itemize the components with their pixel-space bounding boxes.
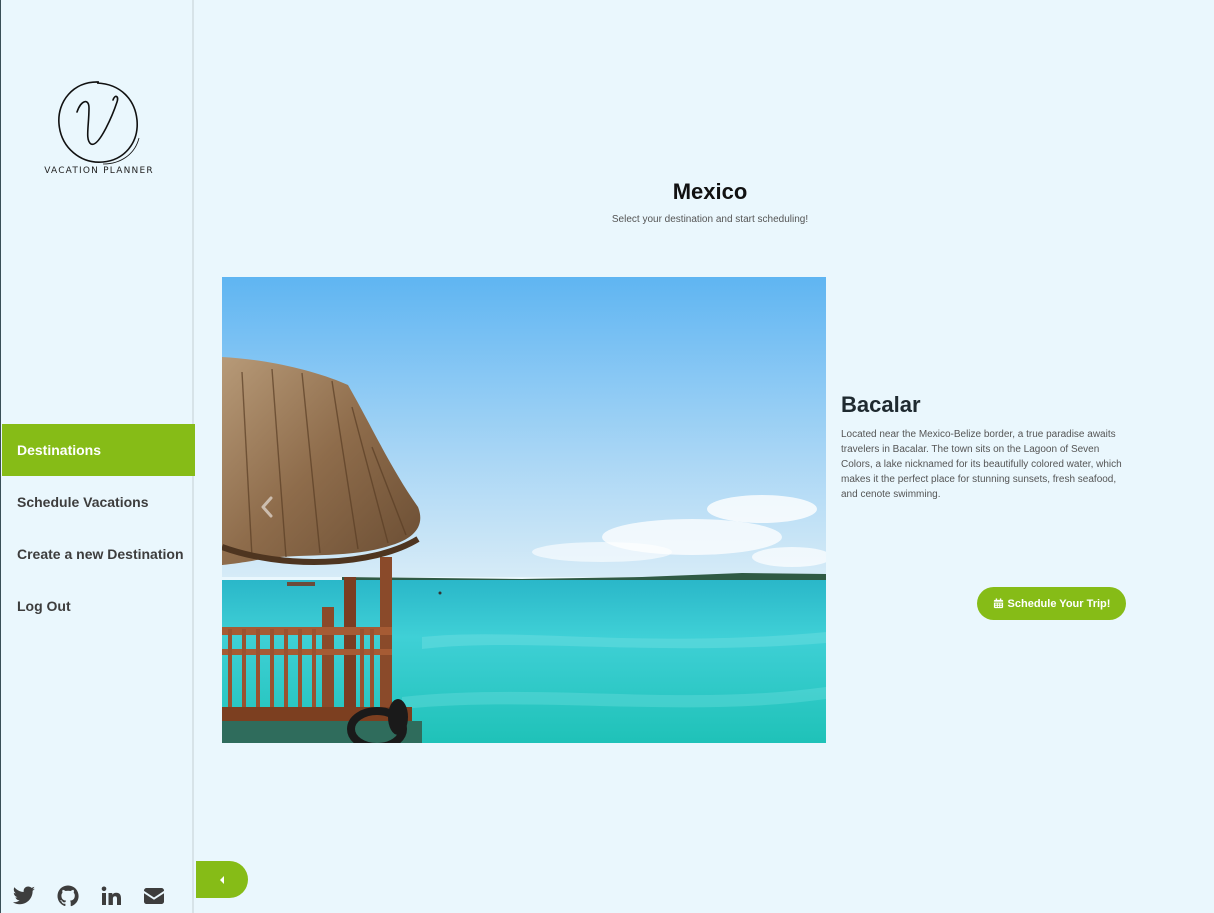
sidebar: VACATION PLANNER Destinations Schedule V… — [0, 0, 195, 913]
destination-carousel-image[interactable] — [222, 277, 826, 743]
github-icon[interactable] — [56, 884, 80, 908]
page-title: Mexico — [672, 179, 748, 204]
envelope-icon[interactable] — [142, 884, 166, 908]
sidebar-item-schedule-vacations[interactable]: Schedule Vacations — [2, 476, 195, 528]
chevron-left-icon[interactable] — [260, 495, 274, 519]
schedule-trip-label: Schedule Your Trip! — [1007, 597, 1111, 610]
sidebar-item-create-destination[interactable]: Create a new Destination — [2, 528, 195, 580]
logo-circle-mark — [58, 81, 140, 165]
caret-left-icon — [220, 875, 224, 884]
sidebar-item-log-out[interactable]: Log Out — [2, 580, 195, 632]
page-heading: Mexico Select your destination and start… — [560, 176, 860, 225]
social-links — [11, 884, 191, 910]
app-root: VACATION PLANNER Destinations Schedule V… — [0, 0, 1214, 913]
page-subtitle: Select your destination and start schedu… — [611, 214, 809, 225]
sidebar-nav: Destinations Schedule Vacations Create a… — [2, 424, 195, 632]
logo-text: VACATION PLANNER — [44, 166, 154, 176]
brand-logo[interactable]: VACATION PLANNER — [41, 78, 157, 182]
destination-description: Located near the Mexico-Belize border, a… — [841, 429, 1122, 500]
collapse-sidebar-button[interactable] — [196, 861, 248, 898]
linkedin-icon[interactable] — [99, 884, 123, 908]
destination-details: Bacalar Located near the Mexico-Belize b… — [841, 390, 1131, 502]
sidebar-item-destinations[interactable]: Destinations — [2, 424, 195, 476]
destination-name: Bacalar — [841, 392, 921, 417]
twitter-icon[interactable] — [12, 884, 36, 908]
lagoon-photo — [222, 277, 826, 743]
schedule-trip-button[interactable]: Schedule Your Trip! — [977, 587, 1126, 620]
calendar-icon — [993, 598, 1003, 609]
